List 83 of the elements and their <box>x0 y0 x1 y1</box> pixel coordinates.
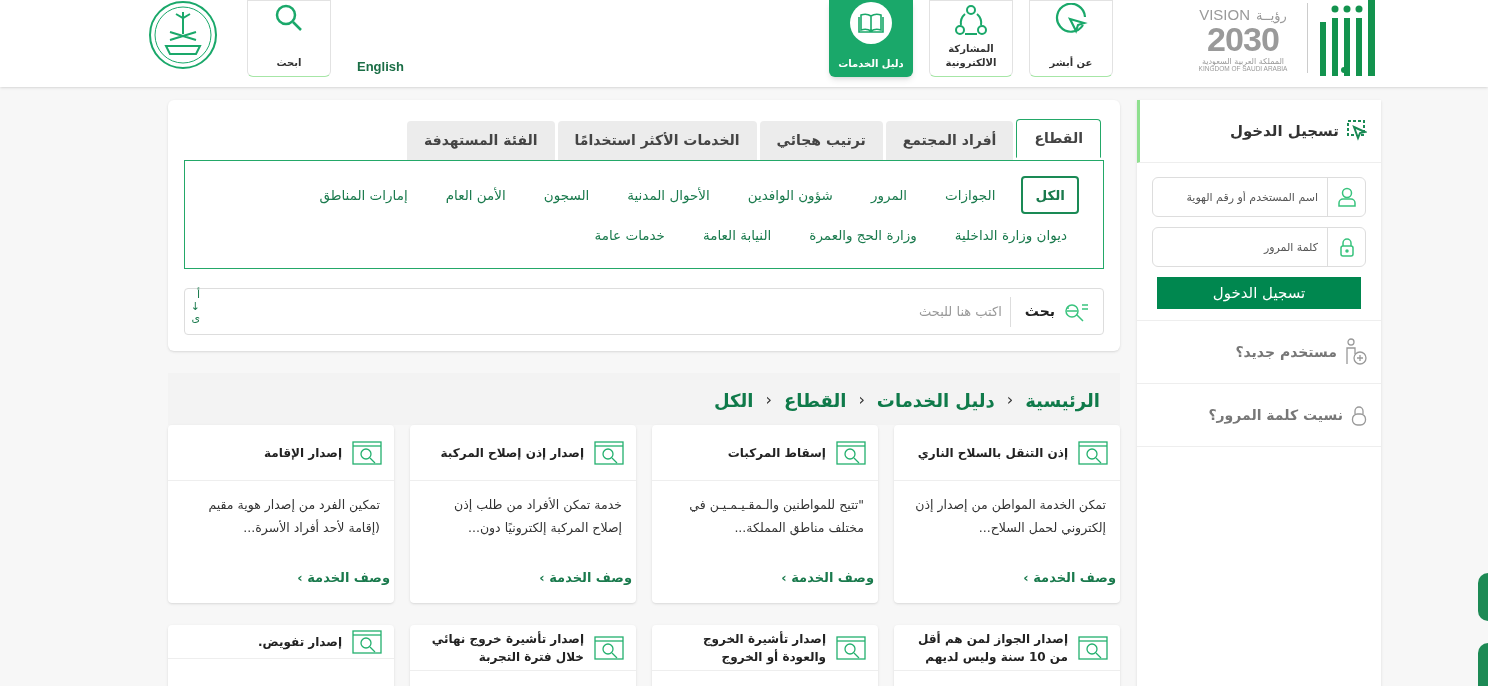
sector-filter[interactable]: المرور <box>858 176 920 214</box>
sector-filter[interactable]: السجون <box>531 176 602 214</box>
card-title: إسقاط المركبات <box>727 444 826 462</box>
card-title: إصدار تأشيرة خروج نهائي خلال فترة التجربة <box>430 630 584 666</box>
sector-filter[interactable]: وزارة الحج والعمرة <box>797 216 929 254</box>
service-details-link[interactable]: وصف الخدمة › <box>1023 567 1116 587</box>
browser-search-icon <box>352 440 382 465</box>
browser-search-icon <box>1078 440 1108 465</box>
service-card[interactable]: إصدار تفويض. <box>168 625 394 686</box>
breadcrumb-link[interactable]: دليل الخدمات <box>876 386 995 414</box>
sector-filter[interactable]: الجوازات <box>933 176 1008 214</box>
nav-button[interactable]: المشاركة الالكترونية <box>929 0 1013 77</box>
search-icon <box>274 3 304 33</box>
breadcrumb-link[interactable]: الكل <box>714 386 754 414</box>
floating-button[interactable] <box>1478 643 1488 686</box>
card-title: إصدار الإقامة <box>264 444 342 462</box>
sector-filter[interactable]: ديوان وزارة الداخلية <box>942 216 1079 254</box>
breadcrumb-separator: › <box>1006 389 1014 411</box>
vision-logo-text: المملكة العربية السعودية <box>1201 58 1285 67</box>
sector-filter[interactable]: الأحوال المدنية <box>615 176 722 214</box>
browser-search-icon <box>836 636 866 660</box>
tab[interactable]: القطاع <box>1016 119 1101 158</box>
sector-filter[interactable]: النيابة العامة <box>690 216 784 254</box>
cursor-select-icon <box>1347 120 1367 142</box>
forgot-password-link[interactable]: نسيت كلمة المرور؟ <box>1137 384 1381 447</box>
vision-logo-year: 2030 <box>1206 22 1280 57</box>
sector-filter[interactable]: الكل <box>1021 176 1079 214</box>
browser-search-icon <box>352 630 382 654</box>
browser-search-icon <box>594 636 624 660</box>
vision-logo-text: رؤيــة <box>1256 9 1287 23</box>
service-card[interactable]: إصدار تأشيرة خروج نهائي خلال فترة التجربة <box>410 625 636 686</box>
service-card[interactable]: إصدار تأشيرة الخروج والعودة أو الخروج <box>652 625 878 686</box>
browser-search-icon <box>836 440 866 465</box>
breadcrumb-link[interactable]: الرئيسية <box>1025 386 1100 414</box>
language-link[interactable]: English <box>357 57 404 77</box>
card-description: تمكين الفرد من إصدار هوية مقيم (إقامة لأحد أفراد الأسرة... <box>207 496 381 538</box>
tab[interactable]: أفراد المجتمع <box>885 121 1014 160</box>
breadcrumb-link[interactable]: القطاع <box>783 386 847 414</box>
lock-icon <box>1351 404 1367 426</box>
breadcrumb-separator: › <box>858 389 865 411</box>
tab[interactable]: ترتيب هجائي <box>759 121 883 160</box>
card-description: "تتيح للمواطنين والـمقـيـمـيـن في مختلف مناطق المملكة... <box>688 496 865 538</box>
card-title: إصدار الجواز لمن هم أقل من 10 سنة وليس لديهم <box>917 630 1068 666</box>
card-description: خدمة تمكن الأفراد من طلب إذن إصلاح المركبة إلكترونيًا دون... <box>453 496 623 538</box>
service-card[interactable]: إسقاط المركبات "تتيح للمواطنين والـمقـيـمـيـن في مختلف مناطق المملكة... وصف الخدمة › <box>652 425 878 603</box>
service-details-link[interactable]: وصف الخدمة › <box>297 567 390 587</box>
card-description: تمكن الخدمة المواطن من إصدار إذن إلكتروني لحمل السلاح... <box>914 496 1107 538</box>
service-details-link[interactable]: وصف الخدمة › <box>781 567 874 587</box>
service-details-link[interactable]: وصف الخدمة › <box>539 567 632 587</box>
sector-filter[interactable]: إمارات المناطق <box>307 176 420 214</box>
search-button[interactable]: ابحث <box>247 0 331 77</box>
login-button[interactable]: تسجيل الدخول <box>1157 277 1361 309</box>
service-card[interactable]: إصدار إذن إصلاح المركبة خدمة تمكن الأفراد من طلب إذن إصلاح المركبة إلكترونيًا دون... وصف الخدمة › <box>410 425 636 603</box>
sector-filter[interactable]: شؤون الوافدين <box>735 176 845 214</box>
sector-filter[interactable]: الأمن العام <box>433 176 518 214</box>
book-icon <box>850 2 892 44</box>
user-icon <box>1338 187 1356 207</box>
floating-button[interactable] <box>1478 573 1488 621</box>
nav-button[interactable]: دليل الخدمات <box>829 0 913 77</box>
lock-icon <box>1340 237 1354 257</box>
card-title: إصدار إذن إصلاح المركبة <box>440 444 584 462</box>
vision-logo-text: VISION <box>1199 7 1251 23</box>
service-card[interactable]: إصدار الإقامة تمكين الفرد من إصدار هوية مقيم (إقامة لأحد أفراد الأسرة... وصف الخدمة › <box>168 425 394 603</box>
card-title: إصدار تفويض. <box>258 634 342 651</box>
search-field[interactable]: بحث اكتب هنا للبحث أ↓ى <box>184 288 1104 335</box>
emblem-logo <box>148 0 218 70</box>
new-user-link[interactable]: مستخدم جديد؟ <box>1137 321 1381 384</box>
card-title: إصدار تأشيرة الخروج والعودة أو الخروج <box>701 630 826 666</box>
service-card[interactable]: إصدار الجواز لمن هم أقل من 10 سنة وليس لديهم <box>894 625 1120 686</box>
card-title: إذن التنقل بالسلاح الناري <box>917 444 1068 462</box>
tab[interactable]: الخدمات الأكثر استخدامًا <box>557 121 757 160</box>
breadcrumb-separator: › <box>765 389 772 411</box>
browser-search-icon <box>594 440 624 465</box>
service-card[interactable]: إذن التنقل بالسلاح الناري تمكن الخدمة المواطن من إصدار إذن إلكتروني لحمل السلاح... وصف الخدمة › <box>894 425 1120 603</box>
login-title: تسجيل الدخول <box>1229 120 1339 142</box>
add-user-icon <box>1345 338 1367 366</box>
browser-search-icon <box>1078 636 1108 660</box>
password-field[interactable]: كلمة المرور <box>1152 227 1366 267</box>
search-button[interactable]: بحث <box>1010 289 1103 334</box>
sort-label: أ↓ى <box>189 289 200 326</box>
nav-button[interactable]: عن أبشر <box>1029 0 1113 77</box>
sector-filter[interactable]: خدمات عامة <box>582 216 677 254</box>
tab[interactable]: الفئة المستهدفة <box>407 121 555 160</box>
